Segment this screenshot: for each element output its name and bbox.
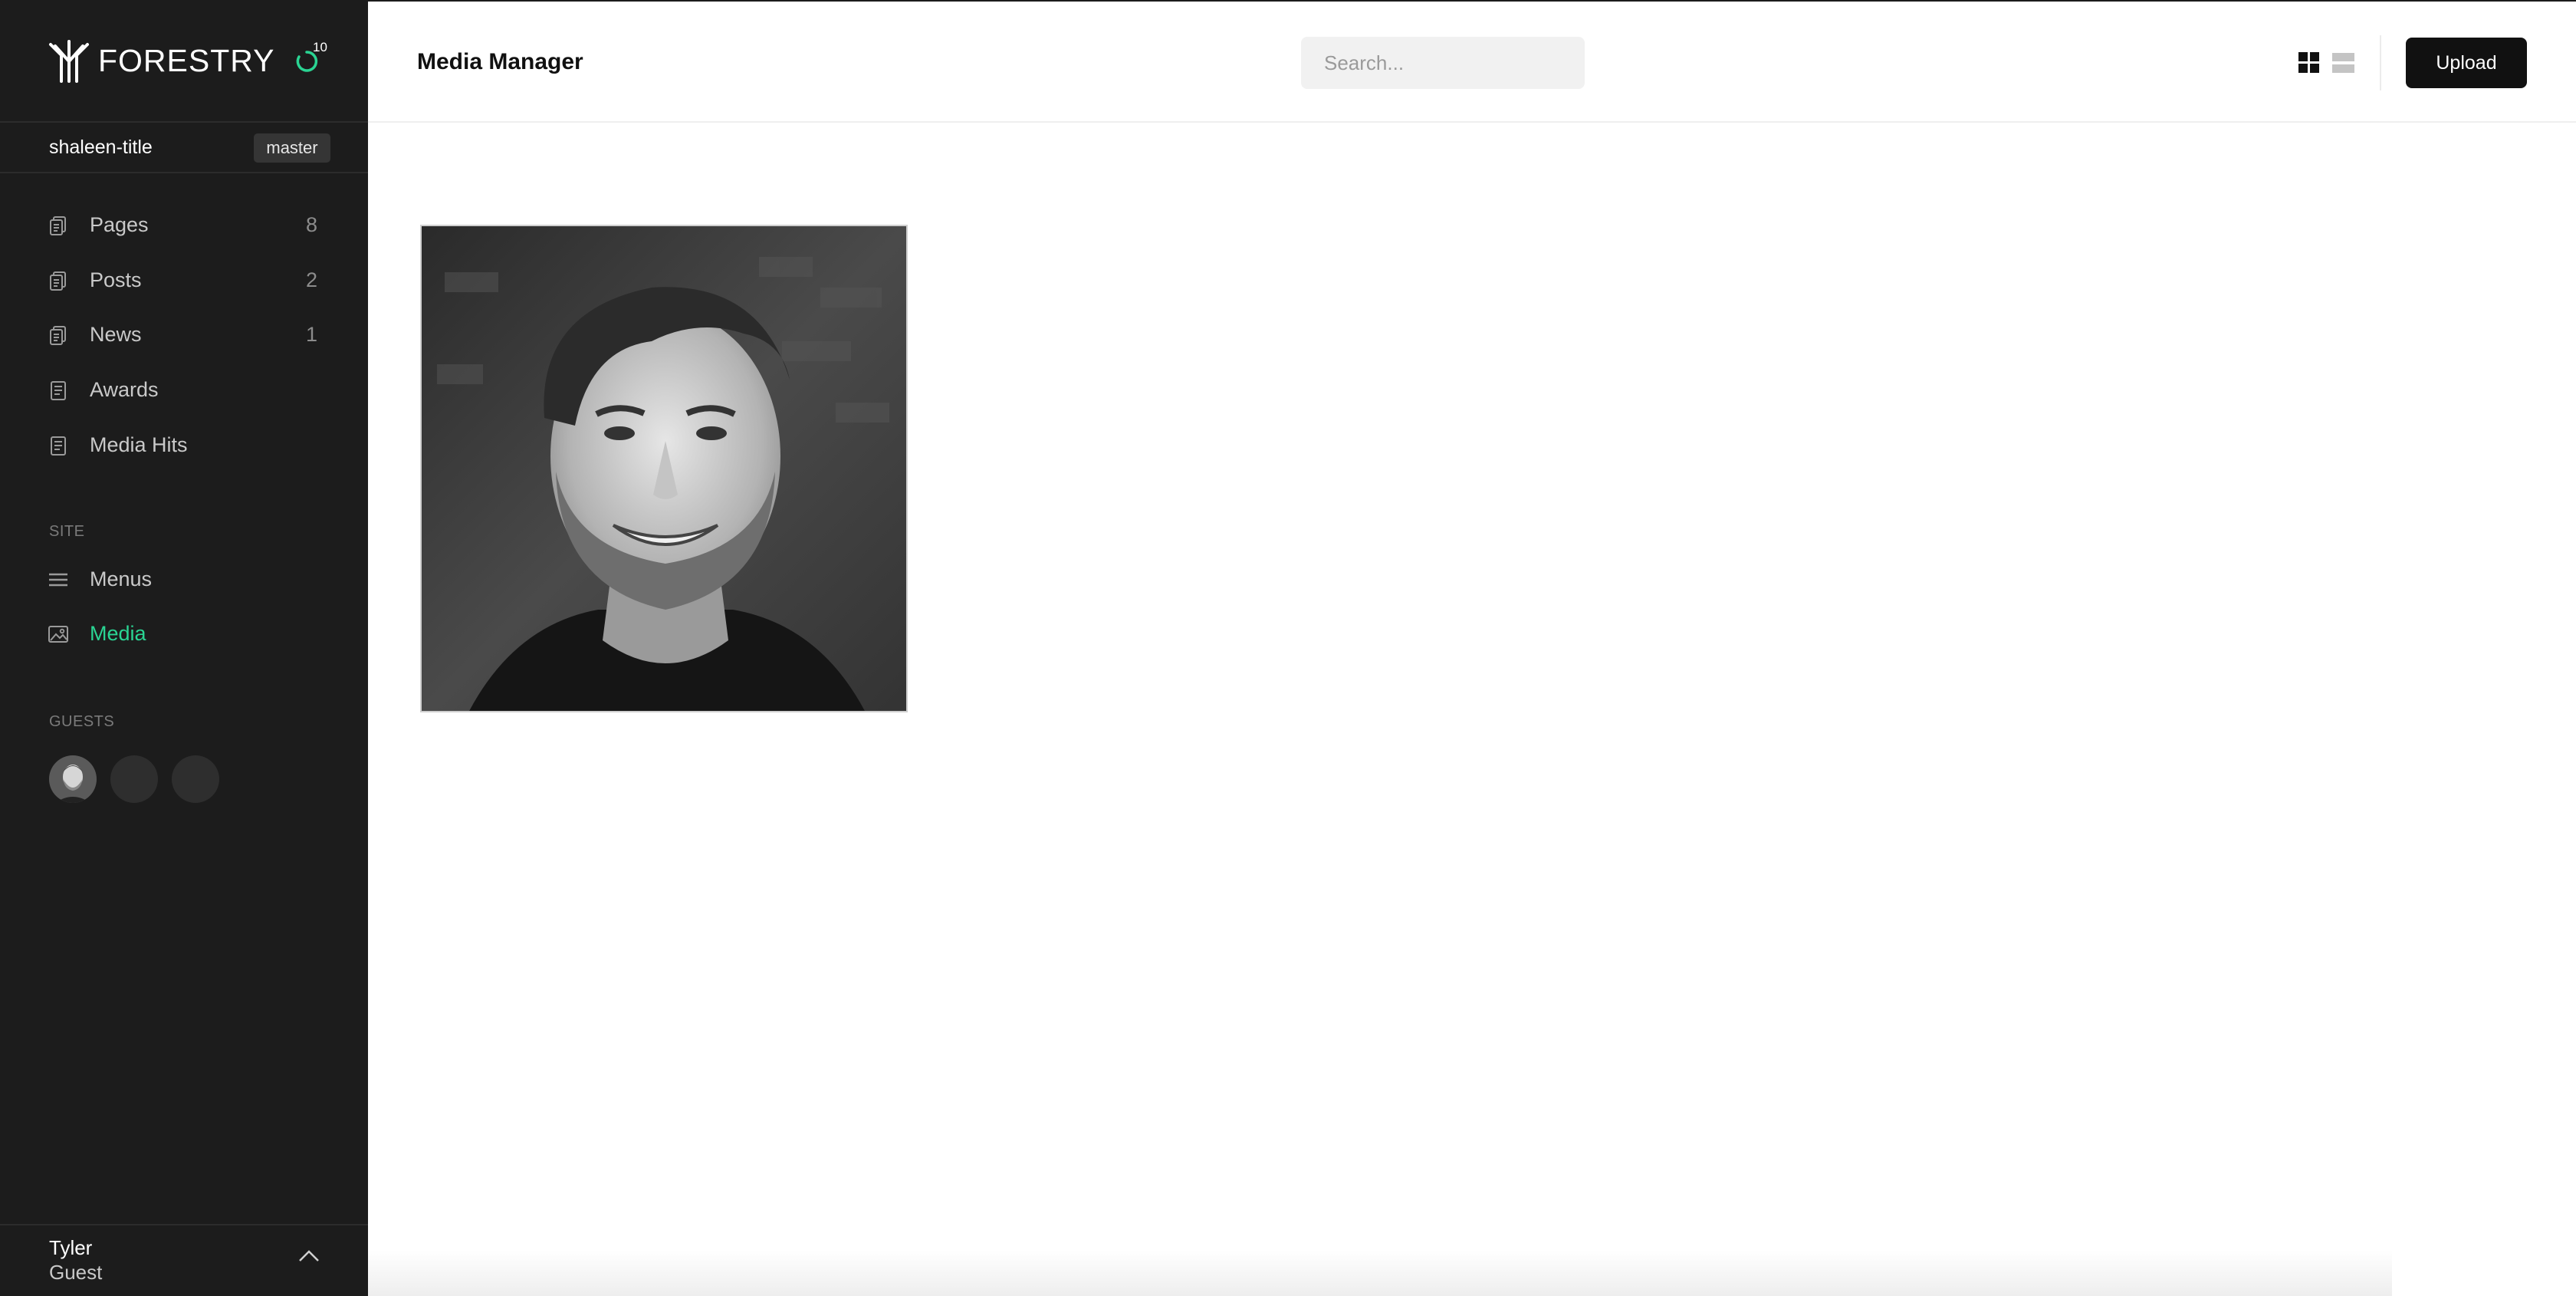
search-input[interactable] — [1301, 37, 1585, 89]
document-icon — [51, 381, 66, 400]
menu-lines-icon — [49, 573, 67, 587]
sidebar-item-posts[interactable]: Posts 2 — [0, 258, 368, 302]
sidebar-item-count: 1 — [305, 323, 317, 346]
brand-name[interactable]: FORESTRY — [98, 43, 275, 79]
top-header: Media Manager Upload — [368, 0, 2576, 123]
forestry-logo-icon[interactable] — [48, 38, 90, 83]
site-name: shaleen-title — [49, 137, 153, 158]
user-menu[interactable]: Tyler Guest — [0, 1224, 368, 1296]
sidebar-item-menus[interactable]: Menus — [0, 557, 368, 601]
page-title: Media Manager — [417, 49, 583, 74]
guest-avatar-placeholder — [110, 755, 158, 803]
document-stack-icon — [50, 271, 66, 291]
section-heading-site: SITE — [49, 523, 85, 540]
sidebar-item-label: News — [90, 323, 142, 346]
header-divider — [2380, 35, 2381, 90]
sidebar-item-label: Media Hits — [90, 433, 188, 456]
sidebar-item-count: 2 — [305, 268, 317, 291]
guest-avatar[interactable] — [49, 755, 97, 803]
sidebar-item-awards[interactable]: Awards — [0, 367, 368, 412]
sidebar-item-news[interactable]: News 1 — [0, 312, 368, 357]
guest-photo-icon — [49, 755, 97, 803]
document-stack-icon — [50, 216, 66, 235]
user-role: Guest — [49, 1261, 103, 1284]
guest-avatar-placeholder — [172, 755, 219, 803]
image-icon — [48, 626, 68, 643]
document-icon — [51, 436, 66, 456]
media-item[interactable] — [420, 225, 908, 712]
sidebar-item-label: Awards — [90, 378, 159, 401]
sidebar-item-pages[interactable]: Pages 8 — [0, 202, 368, 247]
brand-header: FORESTRY 10 — [0, 0, 368, 123]
grid-view-icon[interactable] — [2298, 51, 2320, 75]
bottom-fade — [368, 1250, 2392, 1296]
sidebar-item-label: Menus — [90, 567, 153, 590]
document-stack-icon — [50, 326, 66, 345]
sidebar-item-label: Pages — [90, 213, 149, 236]
chevron-up-icon[interactable] — [297, 1248, 320, 1264]
sidebar-item-count: 8 — [305, 213, 317, 236]
sidebar-item-label: Media — [90, 622, 146, 645]
portrait-image — [422, 226, 906, 711]
list-view-icon[interactable] — [2332, 51, 2355, 75]
user-name: Tyler — [49, 1236, 93, 1259]
upload-button[interactable]: Upload — [2406, 38, 2527, 88]
app-root: FORESTRY 10 shaleen-title master Pages 8 — [0, 0, 2576, 1296]
sidebar-item-media[interactable]: Media — [0, 611, 368, 656]
section-heading-guests: GUESTS — [49, 713, 115, 730]
sidebar: FORESTRY 10 shaleen-title master Pages 8 — [0, 0, 368, 1296]
sync-count-badge: 10 — [313, 40, 327, 54]
branch-badge[interactable]: master — [254, 133, 330, 163]
sidebar-item-label: Posts — [90, 268, 142, 291]
sidebar-item-media-hits[interactable]: Media Hits — [0, 423, 368, 467]
